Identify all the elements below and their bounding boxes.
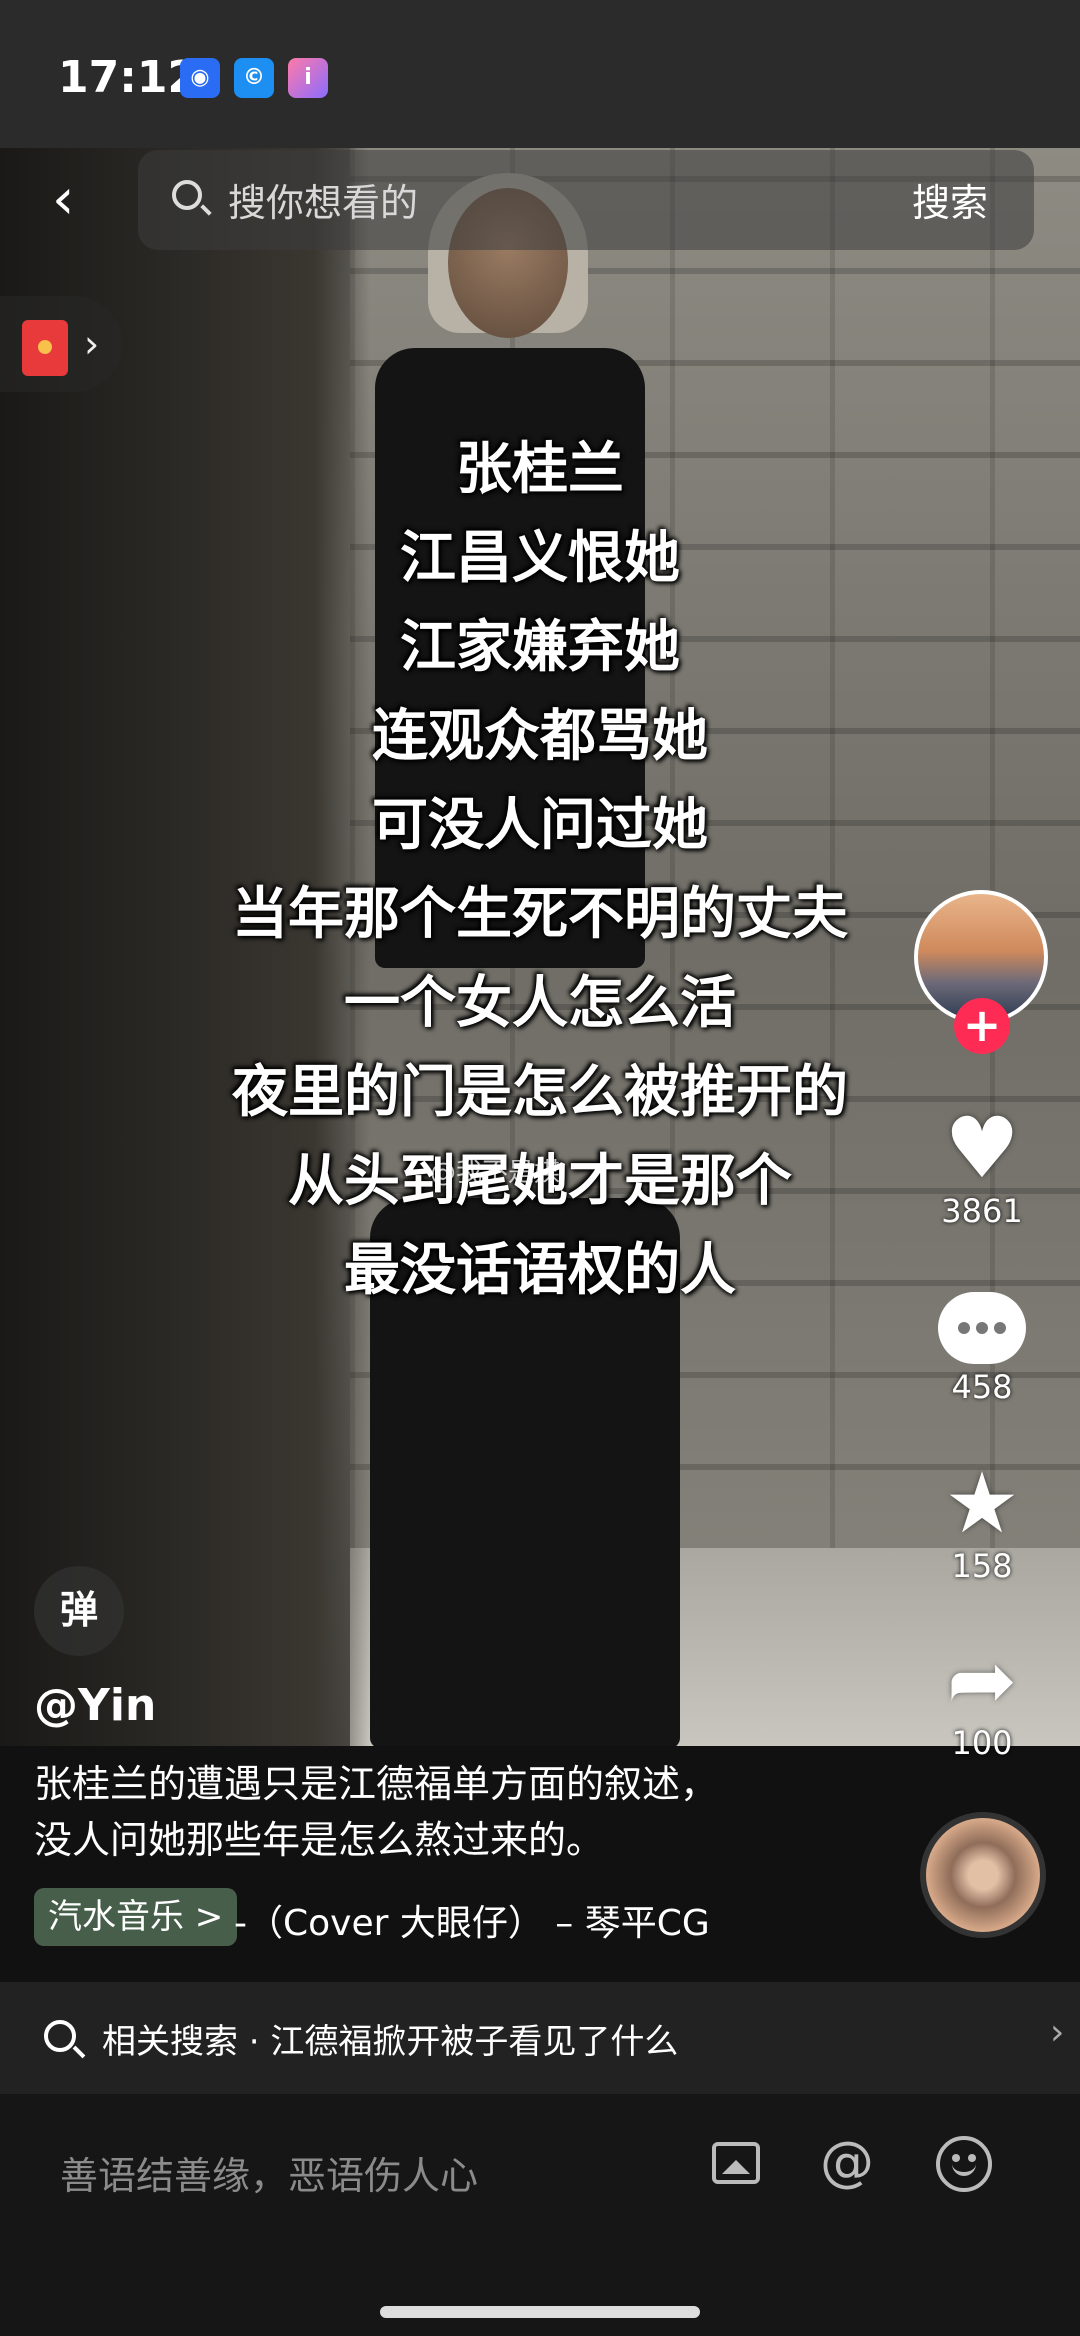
chevron-right-icon: ›	[1050, 2012, 1065, 2053]
caption-line: 张桂兰	[456, 437, 624, 502]
home-indicator	[380, 2306, 700, 2318]
notification-app-icon: ◉	[180, 58, 220, 98]
chevron-right-icon: ›	[84, 322, 100, 366]
search-input[interactable]: 搜你想看的	[228, 172, 418, 227]
chat-bubble-icon	[938, 1292, 1026, 1364]
author-name[interactable]: @Yin	[34, 1680, 156, 1731]
notification-app-icon: ©	[234, 58, 274, 98]
caption-line: 连观众都骂她	[372, 704, 708, 769]
music-app-tag[interactable]: 汽水音乐 >	[34, 1888, 238, 1946]
favorite-count: 158	[951, 1547, 1013, 1585]
description-line: 张桂兰的遭遇只是江德福单方面的叙述，	[34, 1762, 719, 1806]
like-button[interactable]: ♥ 3861	[912, 1100, 1052, 1230]
follow-button[interactable]: +	[954, 998, 1010, 1054]
search-icon	[44, 2020, 76, 2052]
comment-button[interactable]: 458	[912, 1278, 1052, 1406]
status-time: 17:12	[58, 52, 199, 103]
star-icon: ★	[944, 1454, 1020, 1552]
related-search-text[interactable]: 相关搜索 · 江德福掀开被子看见了什么	[102, 2014, 678, 2063]
status-bar: 17:12 ◉ © i	[0, 0, 1080, 148]
search-icon	[172, 180, 202, 210]
red-envelope-icon	[22, 320, 68, 376]
caption-line: 夜里的门是怎么被推开的	[232, 1060, 848, 1125]
share-arrow-icon: ➦	[946, 1631, 1018, 1729]
comment-input[interactable]: 善语结善缘，恶语伤人心	[60, 2145, 478, 2200]
back-icon[interactable]: ‹	[52, 172, 102, 232]
music-disc[interactable]	[920, 1812, 1046, 1938]
smiley-icon[interactable]	[936, 2136, 992, 2192]
like-count: 3861	[941, 1192, 1023, 1230]
at-sign-icon[interactable]: @	[820, 2130, 874, 2193]
watermark: @我不是媒	[430, 1158, 561, 1188]
share-count: 100	[951, 1724, 1013, 1762]
comment-bar	[0, 2094, 1080, 2336]
favorite-button[interactable]: ★ 158	[912, 1455, 1052, 1585]
caption-line: 江家嫌弃她	[400, 615, 680, 680]
notification-app-icon: i	[288, 58, 328, 98]
image-icon[interactable]	[712, 2142, 760, 2184]
comment-count: 458	[951, 1368, 1013, 1406]
caption-line: 可没人问过她	[372, 793, 708, 858]
danmu-toggle-button[interactable]: 弹	[34, 1566, 124, 1656]
caption-line: 一个女人怎么活	[344, 971, 736, 1036]
music-title[interactable]: -（Cover 大眼仔） – 琴平CG	[234, 1894, 710, 1946]
video-description: 张桂兰的遭遇只是江德福单方面的叙述， 没人问她那些年是怎么熬过来的。	[34, 1756, 884, 1868]
search-button[interactable]: 搜索	[912, 172, 988, 227]
share-button[interactable]: ➦ 100	[912, 1632, 1052, 1762]
caption-line: 江昌义恨她	[400, 526, 680, 591]
caption-line: 最没话语权的人	[344, 1238, 736, 1303]
caption-line: 当年那个生死不明的丈夫	[232, 882, 848, 947]
description-line: 没人问她那些年是怎么熬过来的。	[34, 1818, 605, 1862]
heart-icon: ♥	[944, 1099, 1020, 1197]
